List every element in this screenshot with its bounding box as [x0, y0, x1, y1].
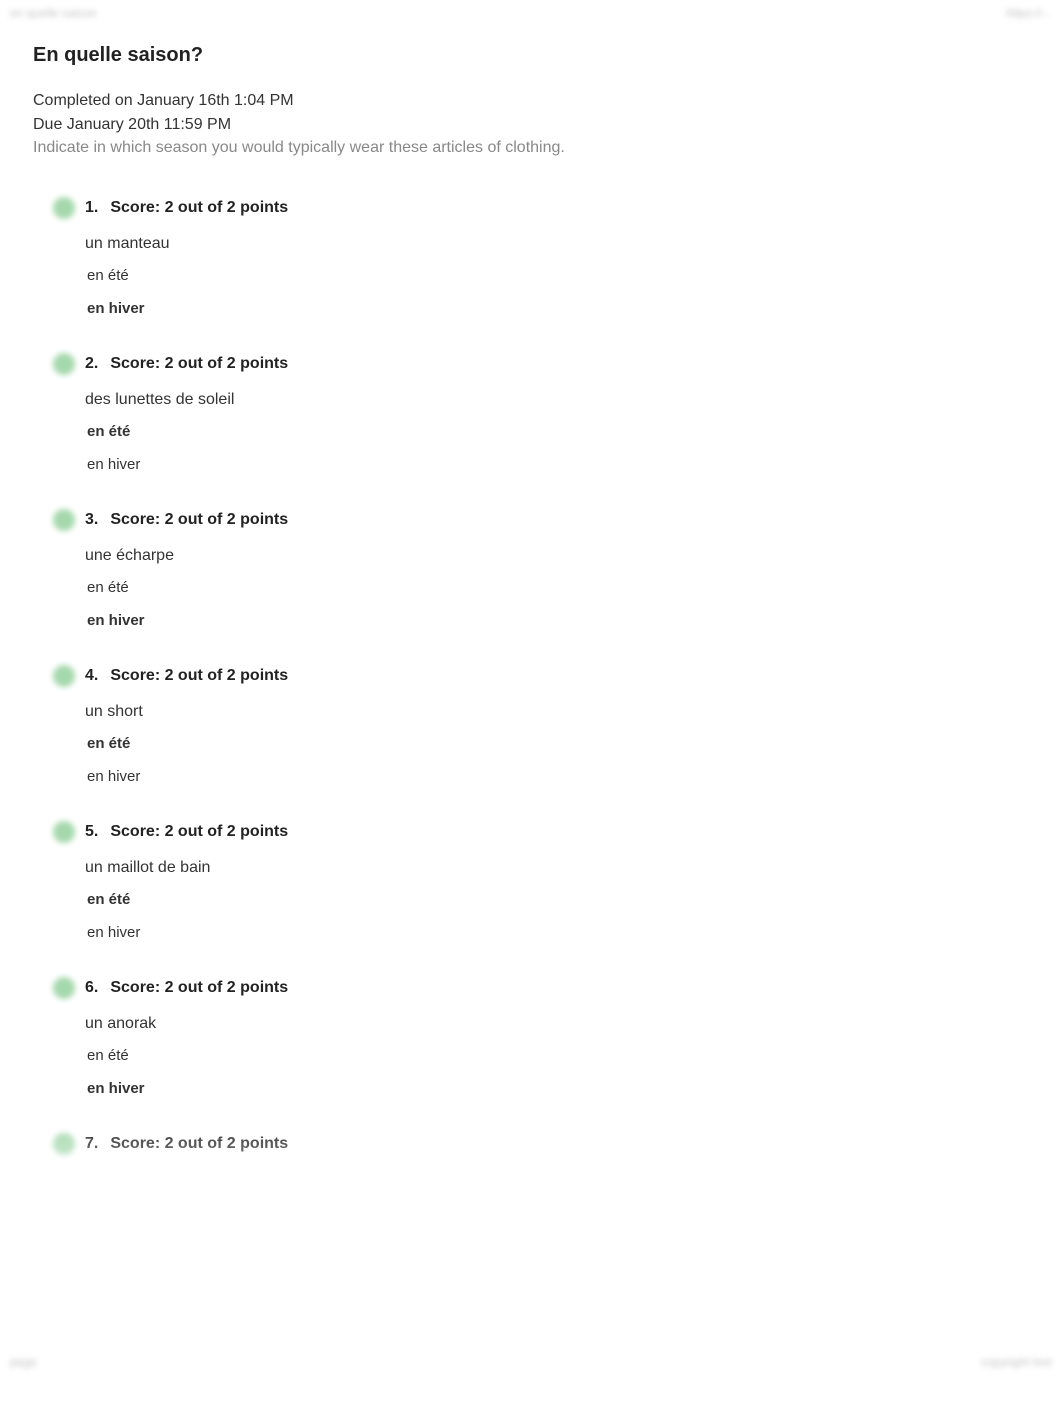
instructions-text: Indicate in which season you would typic…	[33, 139, 1029, 157]
answer-option: en hiver	[87, 612, 1029, 629]
answer-option: en été	[87, 891, 1029, 908]
question-number: 2.	[85, 355, 98, 373]
question-prompt: un manteau	[85, 235, 1029, 253]
question-header: 6. Score: 2 out of 2 points	[53, 977, 1029, 999]
question-number: 5.	[85, 823, 98, 841]
question-score: Score: 2 out of 2 points	[110, 979, 288, 997]
question-prompt: un short	[85, 703, 1029, 721]
question-number: 4.	[85, 667, 98, 685]
top-header: en quelle saison https://...	[0, 0, 1062, 26]
check-icon	[53, 1133, 75, 1155]
question-header: 2. Score: 2 out of 2 points	[53, 353, 1029, 375]
completed-date: Completed on January 16th 1:04 PM	[33, 89, 1029, 113]
answer-option: en été	[87, 267, 1029, 284]
answer-option: en hiver	[87, 768, 1029, 785]
page-content: En quelle saison? Completed on January 1…	[0, 26, 1062, 1209]
check-icon	[53, 665, 75, 687]
question-score: Score: 2 out of 2 points	[110, 1135, 288, 1153]
bottom-footer: page copyright text	[10, 1355, 1052, 1369]
question-number: 7.	[85, 1135, 98, 1153]
question-score: Score: 2 out of 2 points	[110, 823, 288, 841]
question-score: Score: 2 out of 2 points	[110, 199, 288, 217]
question-header: 4. Score: 2 out of 2 points	[53, 665, 1029, 687]
question-header: 7. Score: 2 out of 2 points	[53, 1133, 1029, 1155]
check-icon	[53, 977, 75, 999]
check-icon	[53, 821, 75, 843]
answer-option: en hiver	[87, 924, 1029, 941]
question-header: 5. Score: 2 out of 2 points	[53, 821, 1029, 843]
answer-option: en hiver	[87, 456, 1029, 473]
question-item: 3. Score: 2 out of 2 points une écharpe en …	[53, 509, 1029, 629]
due-date: Due January 20th 11:59 PM	[33, 113, 1029, 137]
question-prompt: un maillot de bain	[85, 859, 1029, 877]
page-title: En quelle saison?	[33, 44, 1029, 67]
top-right-url: https://...	[1006, 6, 1052, 20]
check-icon	[53, 509, 75, 531]
answer-option: en été	[87, 1047, 1029, 1064]
check-icon	[53, 353, 75, 375]
question-score: Score: 2 out of 2 points	[110, 355, 288, 373]
question-item: 1. Score: 2 out of 2 points un manteau en é…	[53, 197, 1029, 317]
answer-option: en hiver	[87, 1080, 1029, 1097]
question-item: 4. Score: 2 out of 2 points un short en été…	[53, 665, 1029, 785]
question-item: 6. Score: 2 out of 2 points un anorak en ét…	[53, 977, 1029, 1097]
question-prompt: des lunettes de soleil	[85, 391, 1029, 409]
footer-right: copyright text	[981, 1355, 1052, 1369]
question-number: 6.	[85, 979, 98, 997]
top-left-label: en quelle saison	[10, 6, 97, 20]
answer-option: en été	[87, 423, 1029, 440]
question-header: 3. Score: 2 out of 2 points	[53, 509, 1029, 531]
question-score: Score: 2 out of 2 points	[110, 667, 288, 685]
answer-option: en hiver	[87, 300, 1029, 317]
answer-option: en été	[87, 579, 1029, 596]
question-header: 1. Score: 2 out of 2 points	[53, 197, 1029, 219]
question-prompt: une écharpe	[85, 547, 1029, 565]
question-item: 2. Score: 2 out of 2 points des lunettes d…	[53, 353, 1029, 473]
question-item: 7. Score: 2 out of 2 points	[53, 1133, 1029, 1155]
check-icon	[53, 197, 75, 219]
question-prompt: un anorak	[85, 1015, 1029, 1033]
answer-option: en été	[87, 735, 1029, 752]
question-score: Score: 2 out of 2 points	[110, 511, 288, 529]
question-number: 3.	[85, 511, 98, 529]
questions-list: 1. Score: 2 out of 2 points un manteau en é…	[33, 197, 1029, 1155]
question-number: 1.	[85, 199, 98, 217]
question-item: 5. Score: 2 out of 2 points un maillot de …	[53, 821, 1029, 941]
footer-left: page	[10, 1355, 37, 1369]
